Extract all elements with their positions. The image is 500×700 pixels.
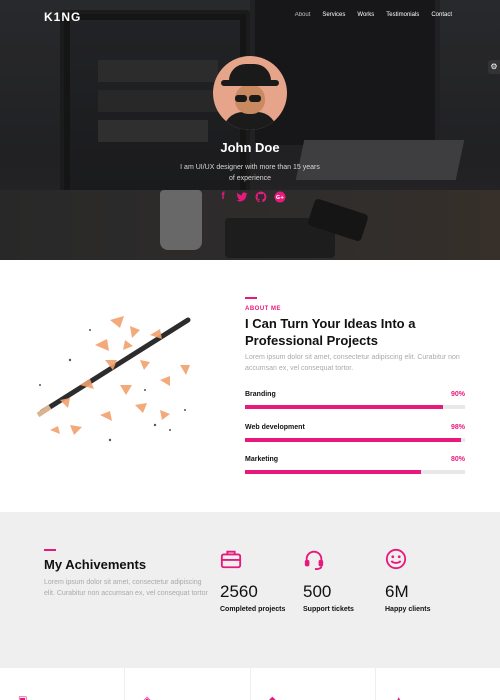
achievements-line	[44, 549, 56, 551]
services-strip: ▣ ◈ ◆ ▲	[0, 668, 500, 700]
nav-links: About Services Works Testimonials Contac…	[295, 12, 452, 18]
social-links: f G+	[217, 191, 286, 203]
achievements-text: Lorem ipsum dolor sit amet, consectetur …	[44, 579, 208, 597]
stat-completed-projects: 2560 Completed projects	[220, 548, 300, 615]
hero-overlay	[0, 0, 500, 260]
smiley-icon	[385, 548, 407, 570]
github-icon[interactable]	[255, 191, 267, 203]
skill-marketing: Marketing 80%	[245, 456, 465, 474]
avatar	[213, 56, 287, 130]
service-icon: ▲	[394, 695, 404, 700]
svg-text:G+: G+	[276, 195, 284, 201]
settings-gear-icon[interactable]: ⚙	[488, 60, 500, 74]
about-text: Lorem ipsum dolor sit amet, consectetur …	[245, 354, 460, 372]
about-kicker: ABOUT ME	[245, 306, 281, 312]
top-nav: K1NG About Services Works Testimonials C…	[0, 0, 500, 34]
skill-bar-fill	[245, 438, 461, 442]
skill-percent: 90%	[450, 391, 465, 398]
hero-name: John Doe	[220, 140, 280, 155]
stat-label: Happy clients	[385, 606, 431, 613]
stat-happy-clients: 6M Happy clients	[385, 548, 465, 615]
service-icon: ▣	[18, 695, 28, 700]
briefcase-icon	[220, 550, 242, 569]
about-title: I Can Turn Your Ideas Into a Professiona…	[245, 316, 416, 348]
nav-link-contact[interactable]: Contact	[431, 12, 452, 18]
skill-name: Branding	[245, 391, 276, 398]
stat-number: 500	[303, 582, 332, 601]
nav-link-works[interactable]: Works	[357, 12, 374, 18]
skill-percent: 80%	[450, 456, 465, 463]
stat-label: Completed projects	[220, 606, 286, 613]
service-cell: ◈	[125, 668, 251, 700]
hero-bio: I am UI/UX designer with more than 15 ye…	[180, 164, 320, 182]
nav-link-services[interactable]: Services	[322, 12, 345, 18]
twitter-icon[interactable]	[236, 191, 248, 203]
about-kicker-line	[245, 297, 257, 299]
skill-bar	[245, 438, 465, 442]
headset-icon	[304, 550, 324, 570]
stat-number: 6M	[385, 582, 409, 601]
service-cell: ▣	[0, 668, 126, 700]
logo[interactable]: K1NG	[44, 10, 81, 24]
stat-label: Support tickets	[303, 606, 354, 613]
nav-link-testimonials[interactable]: Testimonials	[386, 12, 419, 18]
skill-bar-fill	[245, 470, 421, 474]
service-icon: ◆	[269, 695, 279, 700]
skill-web-development: Web development 98%	[245, 424, 465, 442]
service-icon: ◈	[143, 695, 153, 700]
pencil-shavings-image	[36, 316, 191, 442]
skill-bar	[245, 470, 465, 474]
stat-support-tickets: 500 Support tickets	[303, 548, 383, 615]
skill-percent: 98%	[450, 424, 465, 431]
skill-bar	[245, 405, 465, 409]
stat-number: 2560	[220, 582, 258, 601]
skill-name: Marketing	[245, 456, 279, 463]
service-cell: ▲	[376, 668, 500, 700]
skill-name: Web development	[245, 424, 305, 431]
service-cell: ◆	[251, 668, 376, 700]
facebook-icon[interactable]: f	[217, 191, 229, 203]
skill-branding: Branding 90%	[245, 391, 465, 409]
achievements-title: My Achivements	[44, 557, 147, 572]
hero-section: K1NG About Services Works Testimonials C…	[0, 0, 500, 260]
google-plus-icon[interactable]: G+	[274, 191, 286, 203]
skill-bar-fill	[245, 405, 443, 409]
nav-link-about[interactable]: About	[295, 12, 311, 18]
